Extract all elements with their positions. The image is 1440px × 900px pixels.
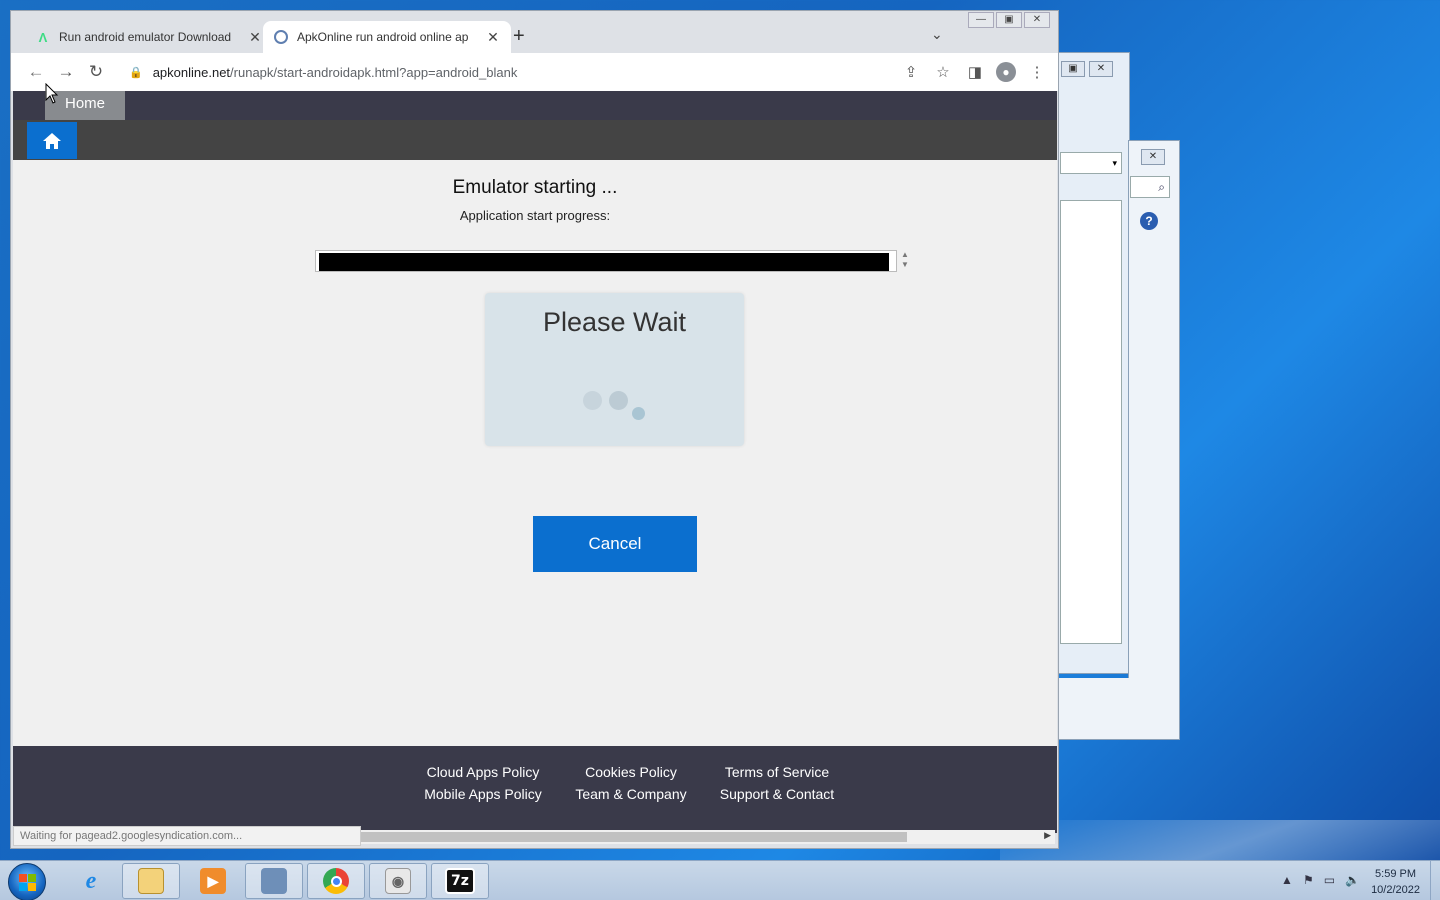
- network-icon[interactable]: ▭: [1324, 873, 1335, 887]
- show-hidden-icons-icon[interactable]: ▲: [1281, 873, 1293, 887]
- taskbar-chrome[interactable]: [307, 863, 365, 899]
- clock-date: 10/2/2022: [1371, 884, 1420, 896]
- system-tray: ▲ ⚑ ▭ 🔈: [1281, 873, 1360, 887]
- taskbar-internet-explorer[interactable]: e: [62, 863, 120, 899]
- home-button[interactable]: [27, 122, 77, 159]
- scroll-right-arrow-icon[interactable]: ▶: [1044, 830, 1051, 841]
- tab-apkonline[interactable]: ApkOnline run android online ap ✕: [263, 21, 511, 53]
- taskbar: e ▶ ◉ 7z ▲ ⚑ ▭ 🔈 5:59 PM 10/2/2022: [0, 860, 1440, 900]
- system-clock[interactable]: 5:59 PM 10/2/2022: [1371, 866, 1420, 898]
- lock-icon[interactable]: 🔒: [129, 66, 143, 79]
- web-page: Home Emulator starting ... Application s…: [13, 91, 1057, 833]
- taskbar-media-player[interactable]: ▶: [184, 863, 242, 899]
- side-panel-icon[interactable]: ◨: [964, 57, 986, 87]
- status-bubble: Waiting for pagead2.googlesyndication.co…: [13, 826, 361, 846]
- footer-link-mobile-apps-policy[interactable]: Mobile Apps Policy: [415, 783, 551, 805]
- background-dropdown[interactable]: ▾: [1060, 152, 1122, 174]
- taskbar-file-explorer[interactable]: [122, 863, 180, 899]
- network-app-icon: [261, 868, 287, 894]
- reload-button[interactable]: ↻: [81, 57, 111, 87]
- search-icon[interactable]: ⌕: [1130, 176, 1170, 198]
- tab-run-android-emulator[interactable]: Λ Run android emulator Download ✕: [25, 21, 273, 53]
- footer-column: Terms of Service Support & Contact: [709, 761, 845, 805]
- new-tab-button[interactable]: +: [513, 25, 525, 48]
- top-nav-bar: Home: [13, 91, 1057, 120]
- close-icon[interactable]: ✕: [1141, 149, 1165, 165]
- wait-title: Please Wait: [542, 307, 687, 337]
- taskbar-7zip[interactable]: 7z: [431, 863, 489, 899]
- progress-control: ▲ ▼: [315, 250, 911, 273]
- scrollbar-thumb[interactable]: [361, 832, 907, 842]
- background-window-footer: [1058, 678, 1180, 740]
- browser-window: — ▣ ✕ Λ Run android emulator Download ✕ …: [10, 10, 1059, 849]
- volume-icon[interactable]: 🔈: [1345, 873, 1360, 887]
- restore-icon[interactable]: ▣: [1061, 61, 1085, 77]
- tab-search-chevron-icon[interactable]: ⌄: [931, 26, 943, 43]
- clock-time: 5:59 PM: [1375, 868, 1417, 880]
- close-icon[interactable]: ✕: [1089, 61, 1113, 77]
- tab-label: ApkOnline run android online ap: [297, 30, 469, 44]
- url-domain: apkonline.net: [152, 64, 231, 80]
- browser-toolbar: ← → ↻ 🔒 apkonline.net/runapk/start-andro…: [11, 53, 1058, 91]
- background-pane: [1060, 200, 1122, 644]
- windows-logo-icon: [18, 873, 36, 891]
- sub-nav-bar: [13, 120, 1057, 160]
- disk-utility-icon: ◉: [385, 868, 411, 894]
- footer-link-cookies-policy[interactable]: Cookies Policy: [567, 761, 695, 783]
- spinner-arrows-icon[interactable]: ▲ ▼: [899, 250, 911, 270]
- android-icon: Λ: [38, 29, 48, 45]
- globe-icon: [273, 29, 289, 45]
- bookmark-star-icon[interactable]: ☆: [932, 57, 954, 87]
- horizontal-scrollbar[interactable]: ▶: [361, 830, 1055, 844]
- please-wait-dialog: Please Wait: [485, 293, 744, 446]
- url-path: /runapk/start-androidapk.html?app=androi…: [230, 64, 518, 80]
- loading-dot: [632, 407, 645, 420]
- address-bar[interactable]: 🔒 apkonline.net/runapk/start-androidapk.…: [129, 58, 889, 86]
- close-tab-icon[interactable]: ✕: [485, 29, 501, 46]
- file-explorer-icon: [138, 868, 164, 894]
- loading-dot: [609, 391, 628, 410]
- media-player-icon: ▶: [200, 868, 226, 894]
- tab-strip: Λ Run android emulator Download ✕ ApkOnl…: [11, 11, 1058, 53]
- footer-link-support-contact[interactable]: Support & Contact: [709, 783, 845, 805]
- 7zip-icon: 7z: [445, 868, 475, 894]
- close-tab-icon[interactable]: ✕: [247, 29, 263, 46]
- taskbar-network-app[interactable]: [245, 863, 303, 899]
- share-icon[interactable]: ⇪: [900, 57, 922, 87]
- progress-fill: [319, 253, 889, 271]
- help-icon[interactable]: ?: [1140, 212, 1158, 230]
- profile-avatar-icon[interactable]: ●: [996, 62, 1016, 82]
- progress-bar: [315, 250, 897, 272]
- footer-link-cloud-apps-policy[interactable]: Cloud Apps Policy: [415, 761, 551, 783]
- action-center-flag-icon[interactable]: ⚑: [1303, 873, 1314, 887]
- footer-column: Cloud Apps Policy Mobile Apps Policy: [415, 761, 551, 805]
- show-desktop-button[interactable]: [1430, 861, 1440, 900]
- chrome-icon: [323, 868, 349, 894]
- loading-dot: [583, 391, 602, 410]
- toolbar-actions: ⇪ ☆ ◨ ● ⋮: [900, 57, 1048, 87]
- taskbar-disk-utility[interactable]: ◉: [369, 863, 427, 899]
- footer-link-terms-of-service[interactable]: Terms of Service: [709, 761, 845, 783]
- page-footer: Cloud Apps Policy Mobile Apps Policy Coo…: [13, 746, 1057, 833]
- footer-column: Cookies Policy Team & Company: [567, 761, 695, 805]
- home-icon: [43, 132, 61, 149]
- page-subtitle: Application start progress:: [459, 208, 611, 223]
- tab-label: Run android emulator Download: [59, 30, 232, 44]
- internet-explorer-icon: e: [85, 867, 97, 894]
- footer-link-team-company[interactable]: Team & Company: [567, 783, 695, 805]
- menu-kebab-icon[interactable]: ⋮: [1026, 57, 1048, 87]
- background-window-secondary[interactable]: ✕: [1128, 140, 1180, 740]
- page-title: Emulator starting ...: [452, 177, 618, 198]
- cancel-button[interactable]: Cancel: [533, 516, 697, 572]
- start-button[interactable]: [8, 863, 46, 900]
